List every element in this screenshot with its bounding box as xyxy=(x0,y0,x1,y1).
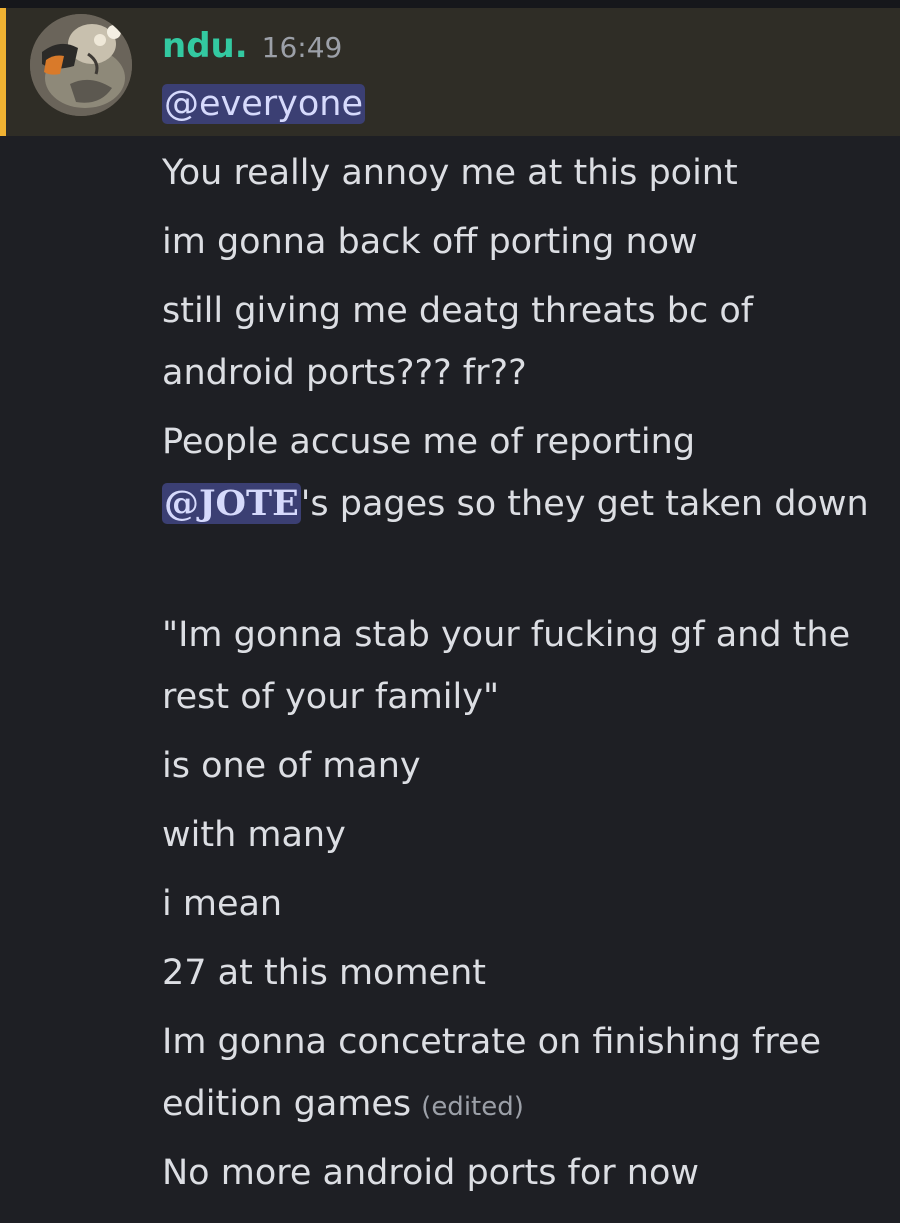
message-line: with many xyxy=(162,815,346,855)
message-line: "Im gonna stab your fucking gf and the r… xyxy=(162,615,851,717)
message-text: People accuse me of reporting xyxy=(162,422,696,462)
message-line: People accuse me of reporting @JOTE's pag… xyxy=(162,411,887,597)
message-line: Im gonna concetrate on finishing free ed… xyxy=(162,1011,887,1135)
top-divider xyxy=(0,0,900,8)
user-avatar[interactable] xyxy=(30,14,132,116)
message-header: ndu. 16:49 xyxy=(162,24,342,68)
edited-tag[interactable]: (edited) xyxy=(421,1092,524,1122)
message-line: still giving me deatg threats bc of andr… xyxy=(162,291,754,393)
message-content: @everyone You really annoy me at this po… xyxy=(162,73,887,1211)
message-line: No more android ports for now xyxy=(162,1153,700,1193)
message-line: You really annoy me at this point xyxy=(162,153,738,193)
mention-highlight-bar xyxy=(0,8,6,136)
message-timestamp[interactable]: 16:49 xyxy=(262,26,343,70)
user-mention[interactable]: @JOTE xyxy=(162,483,301,524)
chat-view: ndu. 16:49 @everyone You really annoy me… xyxy=(0,0,900,1223)
message-text: 's pages so they get taken down xyxy=(300,484,869,524)
author-name[interactable]: ndu. xyxy=(162,24,248,68)
message-line: im gonna back off porting now xyxy=(162,222,698,262)
message-line: i mean xyxy=(162,884,283,924)
message-line: is one of many xyxy=(162,746,421,786)
everyone-mention[interactable]: @everyone xyxy=(162,84,366,124)
avatar-art-icon xyxy=(30,14,132,116)
message-line: @everyone xyxy=(162,73,887,135)
message-line: 27 at this moment xyxy=(162,953,486,993)
